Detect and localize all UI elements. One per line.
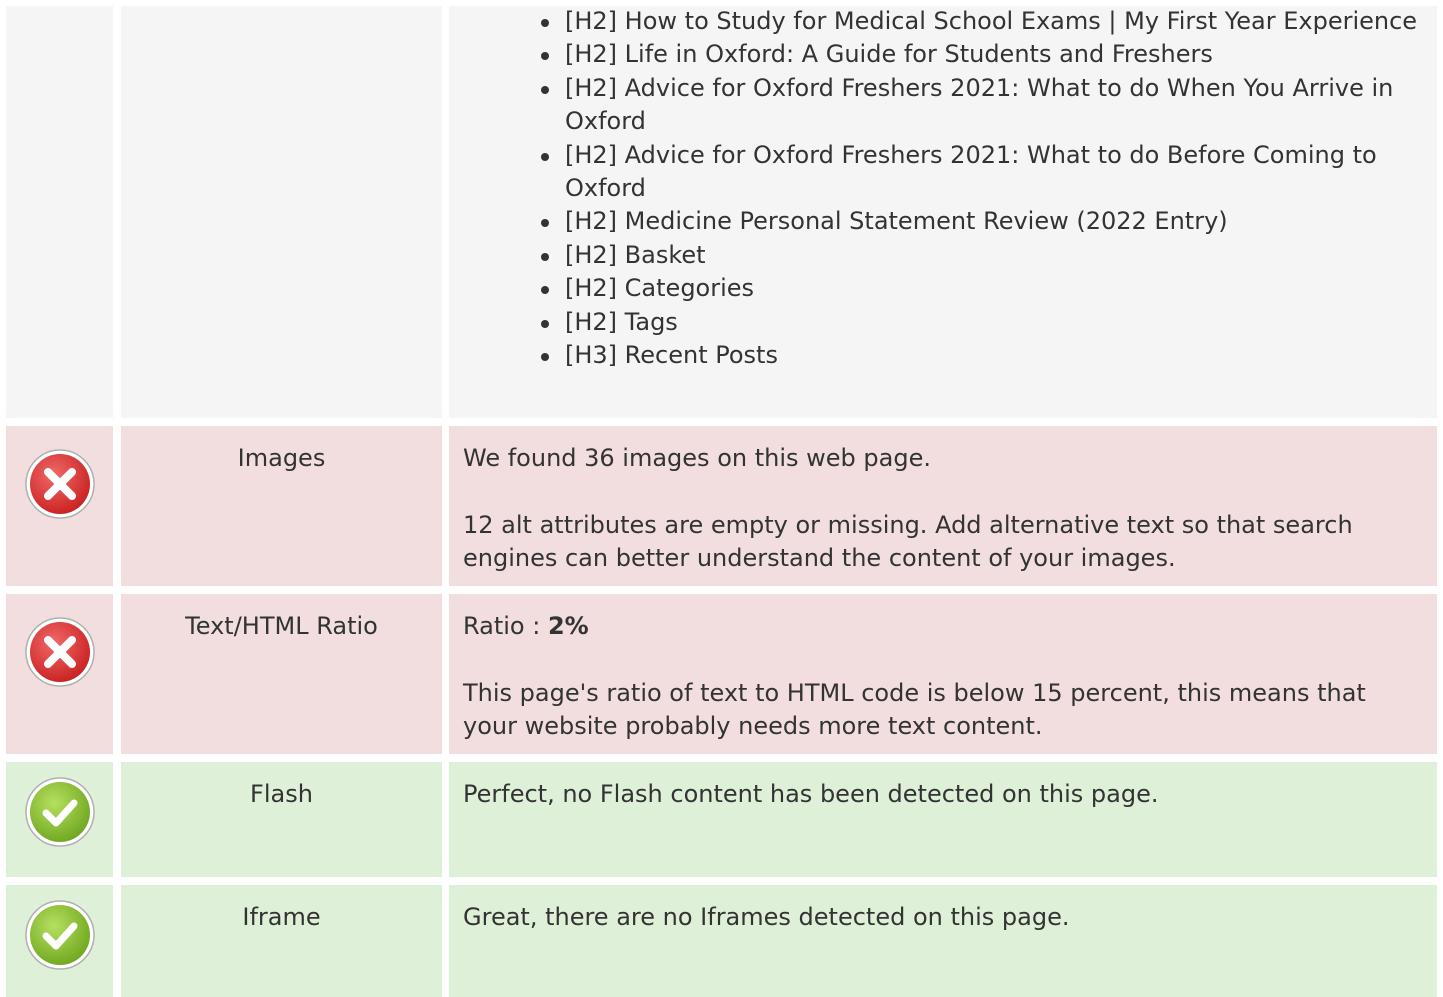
iframe-label-cell: Iframe [121, 885, 442, 997]
images-content-cell: We found 36 images on this web page. 12 … [449, 426, 1437, 586]
ratio-prefix: Ratio : [463, 612, 548, 640]
headings-label-cell [121, 6, 442, 418]
headings-row: [H2] How to Study for Medical School Exa… [0, 6, 1443, 418]
list-item: [H2] Life in Oxford: A Guide for Student… [541, 38, 1437, 71]
headings-list: [H2] How to Study for Medical School Exa… [449, 5, 1437, 372]
images-label-cell: Images [121, 426, 442, 586]
images-status-cell [6, 426, 113, 586]
list-item: [H2] Medicine Personal Statement Review … [541, 205, 1437, 238]
check-icon [25, 777, 95, 847]
ratio-status-cell [6, 594, 113, 754]
list-item: [H2] Advice for Oxford Freshers 2021: Wh… [541, 139, 1437, 206]
row-label: Flash [250, 780, 313, 808]
ratio-value-line: Ratio : 2% [463, 610, 1423, 643]
images-found-text: We found 36 images on this web page. [463, 444, 931, 472]
error-x-icon [25, 617, 95, 687]
ratio-advice-text: This page's ratio of text to HTML code i… [463, 679, 1366, 740]
iframe-row: Iframe Great, there are no Iframes detec… [0, 885, 1443, 997]
row-label: Iframe [242, 903, 321, 931]
ratio-content-cell: Ratio : 2% This page's ratio of text to … [449, 594, 1437, 754]
row-label: Images [237, 444, 326, 472]
list-item: [H2] How to Study for Medical School Exa… [541, 5, 1437, 38]
images-alt-text: 12 alt attributes are empty or missing. … [463, 511, 1353, 572]
list-item: [H2] Advice for Oxford Freshers 2021: Wh… [541, 72, 1437, 139]
list-item: [H3] Recent Posts [541, 339, 1437, 372]
row-label: Text/HTML Ratio [185, 612, 378, 640]
iframe-content-cell: Great, there are no Iframes detected on … [449, 885, 1437, 997]
check-icon [25, 900, 95, 970]
images-row: Images We found 36 images on this web pa… [0, 426, 1443, 586]
error-x-icon [25, 449, 95, 519]
flash-status-cell [6, 762, 113, 877]
headings-icon-cell [6, 6, 113, 418]
iframe-result-text: Great, there are no Iframes detected on … [463, 903, 1070, 931]
flash-content-cell: Perfect, no Flash content has been detec… [449, 762, 1437, 877]
list-item: [H2] Tags [541, 306, 1437, 339]
headings-content-cell: [H2] How to Study for Medical School Exa… [449, 6, 1437, 418]
list-item: [H2] Basket [541, 239, 1437, 272]
flash-result-text: Perfect, no Flash content has been detec… [463, 780, 1159, 808]
list-item: [H2] Categories [541, 272, 1437, 305]
ratio-label-cell: Text/HTML Ratio [121, 594, 442, 754]
flash-label-cell: Flash [121, 762, 442, 877]
ratio-row: Text/HTML Ratio Ratio : 2% This page's r… [0, 594, 1443, 754]
iframe-status-cell [6, 885, 113, 997]
flash-row: Flash Perfect, no Flash content has been… [0, 762, 1443, 877]
ratio-value: 2% [547, 612, 589, 640]
